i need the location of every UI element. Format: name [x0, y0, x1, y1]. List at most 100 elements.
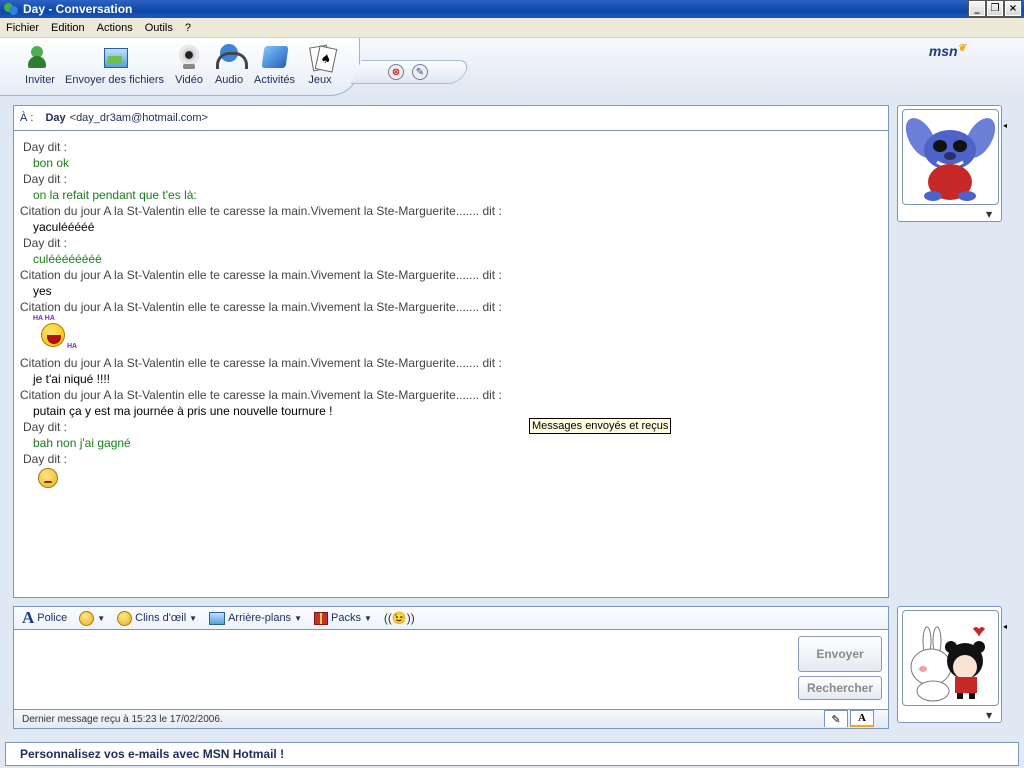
- sender-line: Citation du jour A la St-Valentin elle t…: [20, 356, 502, 370]
- message-text: yes: [33, 284, 52, 298]
- chevron-down-icon: ▼: [97, 613, 106, 623]
- message-text: putain ça y est ma journée à pris une no…: [33, 404, 333, 418]
- activities-label: Activités: [254, 74, 296, 86]
- conversation-panel: À : Day <day_dr3am@hotmail.com> Day dit …: [13, 105, 889, 598]
- hotmail-ad-banner[interactable]: Personnalisez vos e-mails avec MSN Hotma…: [5, 742, 1019, 766]
- nudge-button[interactable]: ((😉)): [384, 611, 415, 625]
- menu-help[interactable]: ?: [179, 22, 197, 34]
- backgrounds-label: Arrière-plans: [228, 612, 292, 624]
- backgrounds-button[interactable]: Arrière-plans ▼: [209, 611, 302, 625]
- menu-bar: Fichier Edition Actions Outils ?: [0, 18, 1024, 38]
- chevron-down-icon: ▼: [294, 613, 302, 623]
- message-text: bon ok: [33, 156, 70, 170]
- sender-line: Citation du jour A la St-Valentin elle t…: [20, 388, 502, 402]
- message-text: culéééééééé: [33, 252, 102, 266]
- invite-icon: [25, 42, 55, 72]
- smirk-emoticon: [38, 468, 58, 488]
- send-files-icon: [100, 42, 130, 72]
- menu-fichier[interactable]: Fichier: [0, 22, 45, 34]
- collapse-arrow-icon[interactable]: ◂: [1003, 616, 1011, 636]
- sender-line: Citation du jour A la St-Valentin elle t…: [20, 204, 502, 218]
- activities-icon: [260, 42, 290, 72]
- window-title: Day - Conversation: [23, 2, 133, 16]
- message-text: yaculééééé: [33, 220, 95, 234]
- menu-actions[interactable]: Actions: [91, 22, 139, 34]
- send-files-button[interactable]: Envoyer des fichiers: [60, 42, 169, 86]
- msn-buddies-icon: [3, 2, 19, 16]
- msn-logo: msn❦: [929, 43, 966, 59]
- video-button[interactable]: Vidéo: [169, 42, 209, 86]
- font-label: Police: [37, 612, 68, 624]
- smiley-icon: [79, 610, 95, 626]
- sender-line: Day dit :: [23, 236, 68, 250]
- sender-line: Citation du jour A la St-Valentin elle t…: [20, 268, 502, 282]
- games-button[interactable]: Jeux: [300, 42, 340, 86]
- ad-text[interactable]: Personnalisez vos e-mails avec MSN Hotma…: [20, 747, 284, 761]
- activities-button[interactable]: Activités: [249, 42, 300, 86]
- send-files-label: Envoyer des fichiers: [65, 74, 165, 86]
- window-controls: _ ❐ ×: [968, 0, 1022, 17]
- font-button[interactable]: A Police: [22, 608, 67, 628]
- headset-icon: [214, 42, 249, 72]
- winks-label: Clins d'œil: [135, 612, 187, 624]
- input-mode-tabs: ✎ A: [824, 710, 874, 727]
- games-label: Jeux: [308, 74, 332, 86]
- toolbar: Inviter Envoyer des fichiers Vidéo Audio…: [20, 42, 340, 86]
- menu-edition[interactable]: Edition: [45, 22, 91, 34]
- pen-icon: ✎: [831, 712, 841, 726]
- input-panel: A Police ▼ Clins d'œil ▼ Arrière-plans ▼…: [13, 606, 889, 729]
- winks-button[interactable]: Clins d'œil ▼: [117, 610, 198, 626]
- my-avatar[interactable]: [902, 610, 999, 706]
- emoticon-text: HA: [67, 343, 78, 350]
- collapse-arrow-icon[interactable]: ◂: [1003, 115, 1011, 135]
- message-text: on la refait pendant que t'es là:: [33, 188, 197, 202]
- block-icon[interactable]: ⊗: [388, 64, 404, 80]
- chevron-down-icon: ▼: [363, 613, 372, 623]
- sender-line: Day dit :: [23, 172, 68, 186]
- search-button[interactable]: Rechercher: [798, 676, 882, 700]
- contact-name[interactable]: Day: [45, 112, 65, 124]
- gift-icon: [313, 611, 328, 625]
- chevron-down-icon: ▼: [189, 613, 198, 623]
- font-icon: A: [858, 712, 866, 724]
- pucca-avatar-icon: [910, 626, 985, 702]
- format-toolbar: A Police ▼ Clins d'œil ▼ Arrière-plans ▼…: [14, 607, 888, 630]
- message-history[interactable]: Day dit : bon ok Day dit : on la refait pen…: [14, 131, 888, 488]
- background-icon: [209, 611, 226, 625]
- pen-icon[interactable]: ✎: [412, 64, 428, 80]
- last-message-status: Dernier message reçu à 15:23 le 17/02/20…: [22, 713, 223, 725]
- close-button[interactable]: ×: [1004, 0, 1022, 17]
- webcam-icon: [174, 42, 204, 72]
- contact-avatar[interactable]: [902, 109, 999, 205]
- menu-outils[interactable]: Outils: [139, 22, 179, 34]
- to-label: À :: [20, 112, 34, 124]
- wink-icon: [117, 610, 133, 626]
- audio-button[interactable]: Audio: [209, 42, 249, 86]
- to-bar: À : Day <day_dr3am@hotmail.com>: [14, 106, 888, 131]
- text-tab[interactable]: A: [850, 710, 874, 727]
- title-bar: Day - Conversation _ ❐ ×: [0, 0, 1024, 18]
- msn-logo-text: msn: [928, 43, 958, 59]
- message-text: bah non j'ai gagné: [33, 436, 131, 450]
- sender-line: Day dit :: [23, 452, 68, 466]
- send-button[interactable]: Envoyer: [798, 636, 882, 672]
- chevron-down-icon[interactable]: ▼: [986, 711, 992, 720]
- restore-button[interactable]: ❐: [986, 0, 1004, 17]
- handwriting-tab[interactable]: ✎: [824, 710, 848, 727]
- invite-label: Inviter: [25, 74, 55, 86]
- status-bar: Dernier message reçu à 15:23 le 17/02/20…: [14, 709, 888, 728]
- chevron-down-icon[interactable]: ▼: [986, 210, 992, 219]
- emoticon-text: HA HA: [33, 315, 55, 322]
- packs-label: Packs: [330, 612, 361, 624]
- message-input[interactable]: [14, 631, 794, 709]
- message-text: je t'ai niqué !!!!: [33, 372, 111, 386]
- minimize-button[interactable]: _: [968, 0, 986, 17]
- laughing-emoticon: HA HA HA: [33, 315, 79, 355]
- sender-line: Day dit :: [23, 420, 68, 434]
- font-icon: A: [22, 608, 35, 627]
- contact-email: <day_dr3am@hotmail.com>: [69, 112, 208, 124]
- cards-icon: [305, 42, 335, 72]
- packs-button[interactable]: Packs ▼: [313, 611, 372, 625]
- invite-button[interactable]: Inviter: [20, 42, 60, 86]
- emoticon-button[interactable]: ▼: [79, 610, 106, 626]
